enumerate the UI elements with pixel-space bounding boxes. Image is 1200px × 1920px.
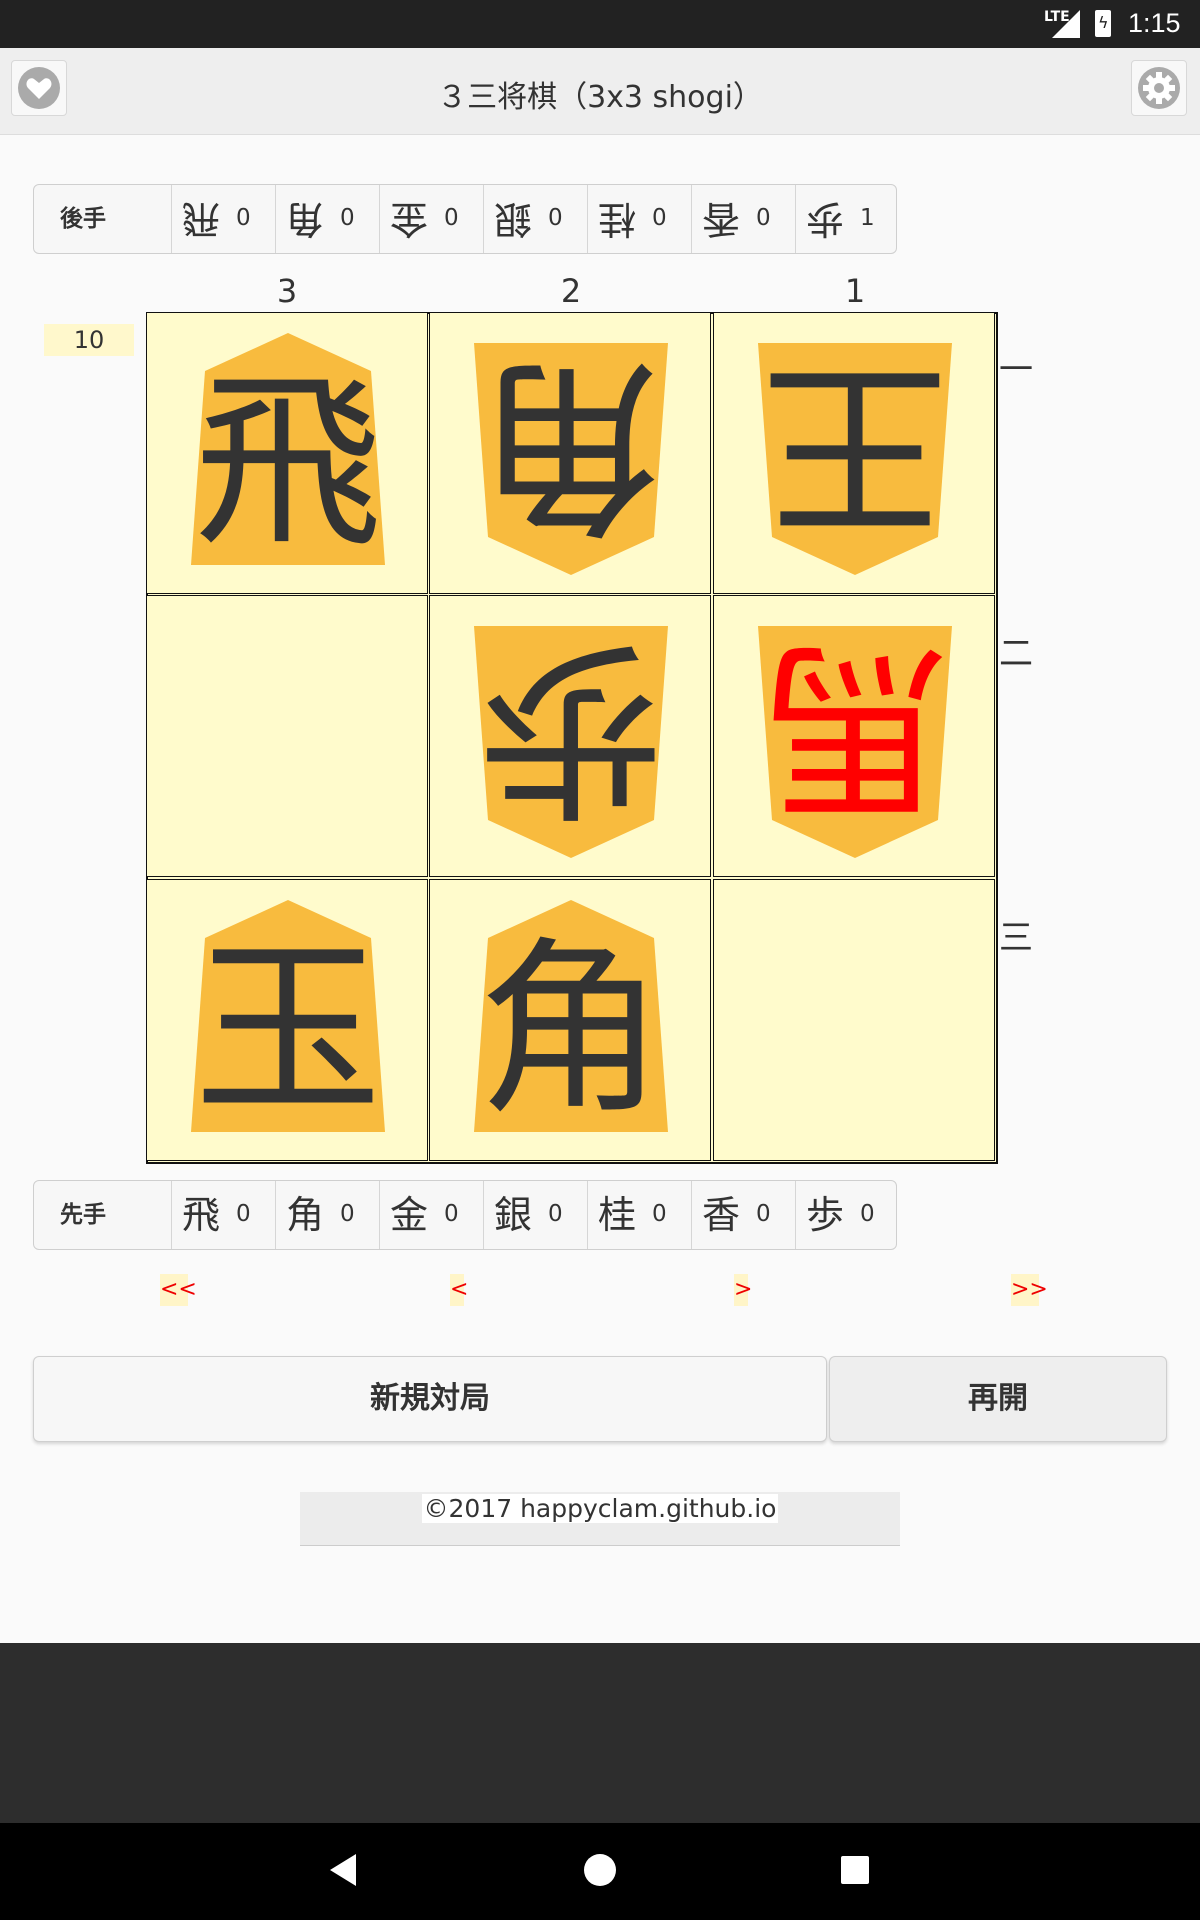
settings-button[interactable]	[1131, 60, 1187, 116]
board-square[interactable]: 飛	[146, 312, 428, 594]
board-square[interactable]: 王	[712, 312, 996, 595]
board-square[interactable]	[712, 878, 995, 1161]
piece-label: 馬	[761, 618, 949, 837]
status-time: 1:15	[1128, 8, 1181, 38]
footer: ©2017 happyclam.github.io	[300, 1492, 900, 1546]
piece-label: 飛	[194, 354, 382, 573]
copyright: ©2017 happyclam.github.io	[421, 1494, 779, 1523]
board-square[interactable]: 角	[429, 312, 712, 595]
move-number: 10	[44, 324, 134, 356]
sente-hand-knight[interactable]: 桂0	[588, 1181, 692, 1249]
favorite-button[interactable]	[11, 60, 67, 116]
page-title: ３三将棋（3x3 shogi）	[437, 80, 763, 115]
gote-hand-silver[interactable]: 銀0	[484, 185, 588, 253]
column-label: 2	[560, 272, 582, 310]
empty-area	[0, 1643, 1200, 1823]
gote-hand: 後手 飛0 角0 金0 銀0 桂0 香0 歩1	[33, 184, 897, 254]
status-bar: LTE ϟ 1:15	[0, 0, 1200, 48]
sente-hand-silver[interactable]: 銀0	[484, 1181, 588, 1249]
row-label: 三	[999, 918, 1033, 958]
gote-hand-pawn[interactable]: 歩1	[796, 185, 900, 253]
sente-hand-bishop[interactable]: 角0	[276, 1181, 380, 1249]
signal-icon	[1052, 10, 1080, 38]
shogi-piece[interactable]: 歩	[430, 596, 712, 878]
system-nav-bar	[0, 1823, 1200, 1920]
sente-hand-pawn[interactable]: 歩0	[796, 1181, 900, 1249]
shogi-board: 飛角王歩馬玉角	[146, 312, 998, 1164]
board-square[interactable]: 馬	[712, 595, 996, 878]
gote-hand-rook[interactable]: 飛0	[172, 185, 276, 253]
piece-label: 玉	[194, 921, 382, 1140]
gote-hand-bishop[interactable]: 角0	[276, 185, 380, 253]
sente-hand-lance[interactable]: 香0	[692, 1181, 796, 1249]
board-square[interactable]: 角	[429, 878, 712, 1162]
heart-icon	[18, 67, 60, 109]
gote-hand-lance[interactable]: 香0	[692, 185, 796, 253]
shogi-piece[interactable]: 角	[430, 313, 712, 595]
sente-hand-gold[interactable]: 金0	[380, 1181, 484, 1249]
sente-label: 先手	[34, 1181, 172, 1249]
piece-label: 角	[477, 335, 665, 554]
board-square[interactable]: 歩	[429, 595, 712, 878]
sente-hand: 先手 飛0 角0 金0 銀0 桂0 香0 歩0	[33, 1180, 897, 1250]
row-label: 二	[999, 634, 1033, 674]
shogi-piece[interactable]: 玉	[147, 880, 429, 1162]
board-square[interactable]: 玉	[146, 878, 429, 1162]
row-label: 一	[999, 350, 1033, 390]
battery-icon: ϟ	[1095, 10, 1111, 37]
back-icon[interactable]	[330, 1854, 356, 1886]
next-move-button[interactable]: >	[734, 1274, 752, 1306]
new-game-button[interactable]: 新規対局	[33, 1356, 827, 1442]
gear-icon	[1138, 67, 1180, 109]
column-label: 3	[276, 272, 298, 310]
recent-apps-icon[interactable]	[841, 1856, 869, 1884]
prev-move-button[interactable]: <	[450, 1274, 468, 1306]
column-label: 1	[844, 272, 866, 310]
piece-label: 王	[761, 335, 949, 554]
gote-hand-knight[interactable]: 桂0	[588, 185, 692, 253]
gote-hand-gold[interactable]: 金0	[380, 185, 484, 253]
first-move-button[interactable]: <<	[160, 1274, 197, 1306]
piece-label: 歩	[477, 618, 665, 837]
shogi-piece[interactable]: 馬	[714, 596, 996, 878]
sente-hand-rook[interactable]: 飛0	[172, 1181, 276, 1249]
resume-button[interactable]: 再開	[829, 1356, 1167, 1442]
app-header: ３三将棋（3x3 shogi）	[0, 48, 1200, 135]
piece-label: 角	[477, 921, 665, 1140]
gote-label: 後手	[34, 185, 172, 253]
shogi-piece[interactable]: 王	[714, 313, 996, 595]
last-move-button[interactable]: >>	[1011, 1274, 1048, 1306]
board-square[interactable]	[146, 595, 428, 878]
home-icon[interactable]	[584, 1854, 616, 1886]
shogi-piece[interactable]: 飛	[147, 313, 429, 595]
shogi-piece[interactable]: 角	[430, 880, 712, 1162]
